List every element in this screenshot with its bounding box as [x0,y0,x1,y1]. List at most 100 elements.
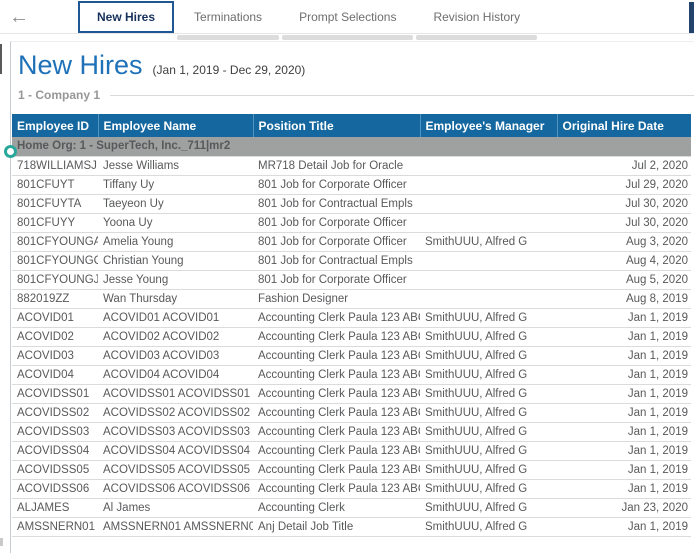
cell-position-title: 801 Job for Corporate Officer [253,175,420,194]
column-header-employee-name[interactable]: Employee Name [98,114,253,137]
column-header-employees-manager[interactable]: Employee's Manager [420,114,557,137]
cell-employee-name: ACOVID02 ACOVID02 [98,327,253,346]
cell-employee-id: ACOVID01 [12,308,98,327]
cell-employee-name: ACOVIDSS04 ACOVIDSS04 [98,441,253,460]
cell-employee-name: Al James [98,498,253,517]
cell-original-hire-date: Jan 1, 2019 [557,460,691,479]
cell-position-title: Anj Detail Job Title [253,517,420,536]
tab-new-hires[interactable]: New Hires [78,1,174,40]
tab-bar: ← New Hires Terminations Prompt Selectio… [0,0,694,41]
cell-employees-manager: SmithUUU, Alfred G [420,365,557,384]
cell-employee-id: ACOVIDSS05 [12,460,98,479]
cell-position-title: 801 Job for Corporate Officer [253,232,420,251]
tab-revision-history-label[interactable]: Revision History [416,1,537,33]
cell-original-hire-date: Aug 5, 2020 [557,270,691,289]
cell-position-title: Fashion Designer [253,289,420,308]
tab-prompt-selections-label[interactable]: Prompt Selections [282,1,413,33]
table-row: 801CFUYTATaeyeon Uy801 Job for Contractu… [12,194,691,213]
cell-employee-name: Yoona Uy [98,213,253,232]
table-row: ALJAMESAl JamesAccounting ClerkSmithUUU,… [12,498,691,517]
cell-employee-name: Taeyeon Uy [98,194,253,213]
cell-employees-manager: SmithUUU, Alfred G [420,441,557,460]
cell-employee-name: Christian Young [98,251,253,270]
cell-employees-manager [420,175,557,194]
cell-employee-name: ACOVID03 ACOVID03 [98,346,253,365]
tab-new-hires-label[interactable]: New Hires [78,1,174,33]
window-edge-fragment [689,2,694,33]
tab-terminations[interactable]: Terminations [177,1,279,40]
panel-collapse-handle-icon[interactable] [4,145,17,158]
table-row: ACOVID04ACOVID04 ACOVID04Accounting Cler… [12,365,691,384]
cell-original-hire-date: Jan 1, 2019 [557,365,691,384]
tab-prompt-selections[interactable]: Prompt Selections [282,1,413,40]
table-row: 801CFYOUNGJJesse Young801 Job for Corpor… [12,270,691,289]
table-row: ACOVIDSS06ACOVIDSS06 ACOVIDSS06Accountin… [12,479,691,498]
cell-position-title: Accounting Clerk [253,498,420,517]
cell-employees-manager [420,194,557,213]
cell-employee-id: ACOVIDSS03 [12,422,98,441]
subtitle-row: 1 - Company 1 [11,88,694,102]
cell-employee-name: ACOVIDSS02 ACOVIDSS02 [98,403,253,422]
table-row: ACOVID01ACOVID01 ACOVID01Accounting Cler… [12,308,691,327]
cell-position-title: 801 Job for Contractual Empls [253,251,420,270]
cell-employee-id: ACOVIDSS06 [12,479,98,498]
tab-revision-history[interactable]: Revision History [416,1,537,40]
cell-employees-manager [420,251,557,270]
tab-terminations-label[interactable]: Terminations [177,1,279,33]
report-date-range: (Jan 1, 2019 - Dec 29, 2020) [153,63,306,77]
cell-position-title: Accounting Clerk Paula 123 ABC [253,384,420,403]
table-row: ACOVIDSS03ACOVIDSS03 ACOVIDSS03Accountin… [12,422,691,441]
tabs: New Hires Terminations Prompt Selections… [78,1,540,40]
cell-original-hire-date: Jan 1, 2019 [557,327,691,346]
cell-employee-id: ACOVID02 [12,327,98,346]
cell-employee-name: Amelia Young [98,232,253,251]
cell-original-hire-date: Jan 1, 2019 [557,479,691,498]
cell-employees-manager: SmithUUU, Alfred G [420,327,557,346]
cell-employees-manager: SmithUUU, Alfred G [420,479,557,498]
cell-position-title: Accounting Clerk Paula 123 ABC [253,403,420,422]
column-header-original-hire-date[interactable]: Original Hire Date [557,114,691,137]
report-content: New Hires (Jan 1, 2019 - Dec 29, 2020) 1… [10,41,694,553]
cell-employees-manager: SmithUUU, Alfred G [420,346,557,365]
cell-employee-id: 801CFUYTA [12,194,98,213]
cell-position-title: Accounting Clerk Paula 123 ABC [253,422,420,441]
column-header-position-title[interactable]: Position Title [253,114,420,137]
cell-position-title: 801 Job for Corporate Officer [253,270,420,289]
cell-employee-id: ACOVIDSS01 [12,384,98,403]
column-header-employee-id[interactable]: Employee ID [12,114,98,137]
cell-employees-manager: SmithUUU, Alfred G [420,517,557,536]
table-row: 801CFUYYYoona Uy801 Job for Corporate Of… [12,213,691,232]
group-header-label: Home Org: 1 - SuperTech, Inc._711|mr2 [12,137,691,156]
cell-employees-manager: SmithUUU, Alfred G [420,308,557,327]
cell-original-hire-date: Jan 1, 2019 [557,384,691,403]
table-row: 801CFYOUNGCChristian Young801 Job for Co… [12,251,691,270]
cell-employees-manager [420,156,557,175]
table-row: 882019ZZWan ThursdayFashion DesignerAug … [12,289,691,308]
table-row: 718WILLIAMSJJesse WilliamsMR718 Detail J… [12,156,691,175]
cell-employee-id: 801CFUYY [12,213,98,232]
cell-employee-name: ACOVIDSS06 ACOVIDSS06 [98,479,253,498]
window-edge-artifact [0,538,3,546]
table-row: ACOVIDSS01ACOVIDSS01 ACOVIDSS01Accountin… [12,384,691,403]
cell-original-hire-date: Aug 8, 2019 [557,289,691,308]
cell-original-hire-date: Jan 1, 2019 [557,346,691,365]
cell-position-title: Accounting Clerk Paula 123 ABC [253,479,420,498]
cell-employee-name: AMSSNERN01 AMSSNERN01 [98,517,253,536]
report-viewer-window: ← New Hires Terminations Prompt Selectio… [0,0,694,553]
cell-employee-name: ACOVID01 ACOVID01 [98,308,253,327]
cell-employee-name: ACOVID04 ACOVID04 [98,365,253,384]
cell-position-title: Accounting Clerk Paula 123 ABC [253,327,420,346]
tab-underline [177,35,279,40]
cell-employee-id: ALJAMES [12,498,98,517]
table-body: Home Org: 1 - SuperTech, Inc._711|mr2 71… [12,137,691,536]
cell-employees-manager: SmithUUU, Alfred G [420,460,557,479]
cell-employee-id: ACOVIDSS04 [12,441,98,460]
cell-employee-id: 801CFUYT [12,175,98,194]
cell-original-hire-date: Jan 23, 2020 [557,498,691,517]
cell-position-title: Accounting Clerk Paula 123 ABC [253,365,420,384]
cell-original-hire-date: Jul 29, 2020 [557,175,691,194]
cell-original-hire-date: Jul 30, 2020 [557,194,691,213]
cell-original-hire-date: Aug 4, 2020 [557,251,691,270]
cell-employee-id: ACOVID04 [12,365,98,384]
back-arrow-icon[interactable]: ← [9,4,29,30]
